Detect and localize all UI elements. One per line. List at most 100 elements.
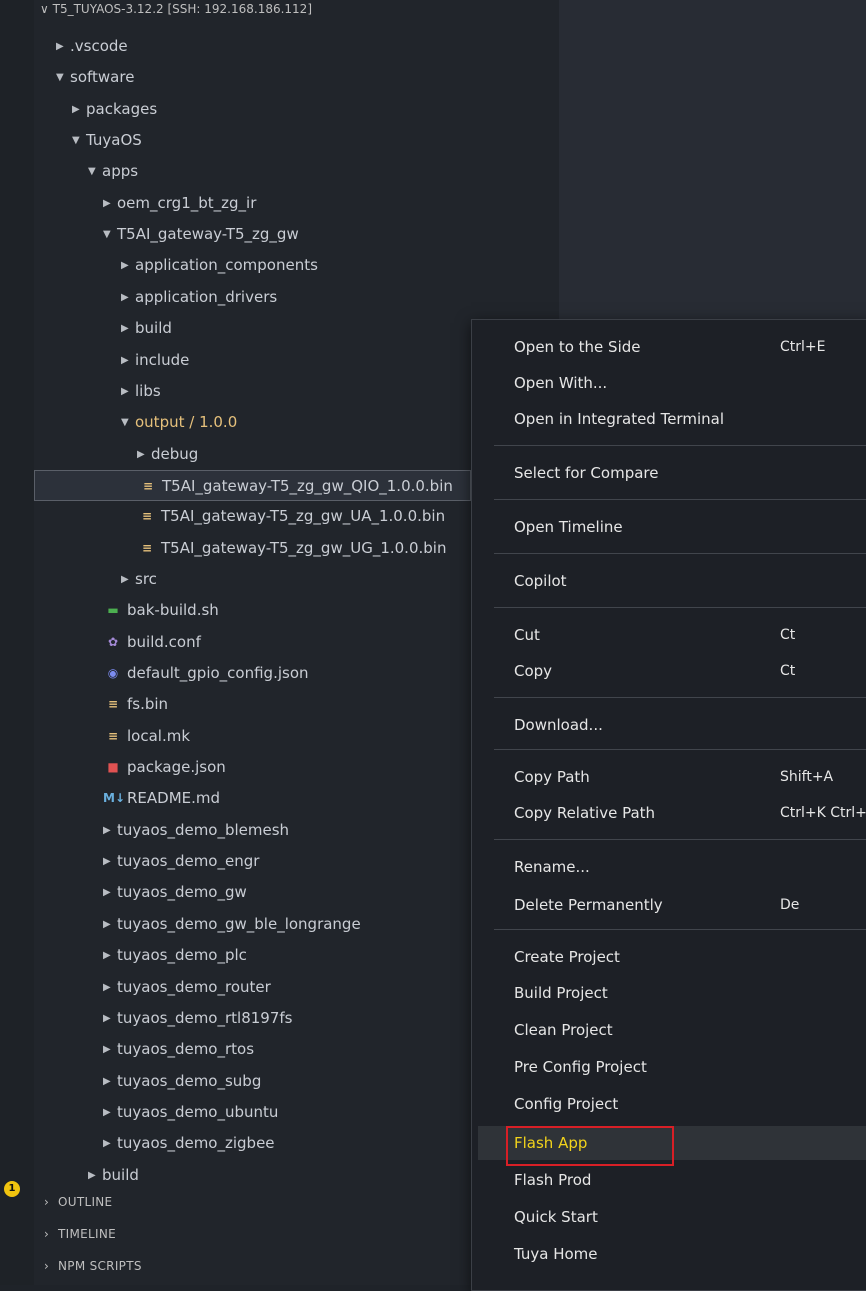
menu-item-label: Open to the Side bbox=[514, 338, 641, 356]
menu-item-cut[interactable]: Cut Ct bbox=[514, 618, 866, 652]
menu-item-label: Cut bbox=[514, 626, 540, 644]
caret-right-icon[interactable]: ▶ bbox=[103, 909, 117, 940]
tree-folder-packages[interactable]: ▶ packages bbox=[34, 94, 592, 125]
caret-right-icon[interactable]: ▶ bbox=[103, 1097, 117, 1128]
caret-down-icon[interactable]: ▼ bbox=[56, 62, 70, 93]
menu-item-label: Tuya Home bbox=[514, 1245, 598, 1263]
caret-right-icon[interactable]: ▶ bbox=[103, 1003, 117, 1034]
explorer-root-header[interactable]: ∨ T5_TUYAOS-3.12.2 [SSH: 192.168.186.112… bbox=[40, 0, 550, 22]
menu-item-config-project[interactable]: Config Project bbox=[514, 1087, 866, 1121]
caret-down-icon[interactable]: ▼ bbox=[103, 219, 117, 250]
menu-item-open-with[interactable]: Open With... bbox=[514, 366, 866, 400]
caret-down-icon[interactable]: ▼ bbox=[88, 156, 102, 187]
tree-folder-oem-crg1-bt-zg-ir[interactable]: ▶ oem_crg1_bt_zg_ir bbox=[34, 188, 623, 219]
caret-down-icon[interactable]: ▼ bbox=[121, 407, 135, 438]
menu-item-flash-prod[interactable]: Flash Prod bbox=[514, 1163, 866, 1197]
caret-right-icon[interactable]: ▶ bbox=[121, 376, 135, 407]
menu-item-shortcut: Ct bbox=[780, 627, 796, 643]
chevron-right-icon: › bbox=[44, 1227, 50, 1241]
menu-item-open-in-integrated-terminal[interactable]: Open in Integrated Terminal bbox=[514, 402, 866, 436]
menu-item-label: Config Project bbox=[514, 1095, 619, 1113]
menu-item-copy-relative-path[interactable]: Copy Relative Path Ctrl+K Ctrl+Shi bbox=[514, 796, 866, 830]
tree-folder-vscode[interactable]: ▶ .vscode bbox=[34, 31, 576, 62]
tuya-icon[interactable] bbox=[6, 530, 26, 550]
menu-separator bbox=[494, 697, 866, 698]
tree-item-label: T5AI_gateway-T5_zg_gw_QIO_1.0.0.bin bbox=[162, 476, 453, 495]
caret-right-icon[interactable]: ▶ bbox=[121, 345, 135, 376]
menu-separator bbox=[494, 929, 866, 930]
menu-item-tuya-home[interactable]: Tuya Home bbox=[514, 1237, 866, 1271]
menu-item-copy[interactable]: Copy Ct bbox=[514, 654, 866, 688]
tree-file-t5ai-gateway-t5-zg-gw-qio-1-0-0-bin[interactable]: ≡ T5AI_gateway-T5_zg_gw_QIO_1.0.0.bin bbox=[34, 469, 471, 501]
caret-right-icon[interactable]: ▶ bbox=[103, 972, 117, 1003]
caret-right-icon[interactable]: ▶ bbox=[56, 31, 70, 62]
tree-item-label: tuyaos_demo_gw bbox=[117, 883, 247, 902]
explorer-icon[interactable] bbox=[6, 40, 26, 60]
caret-right-icon[interactable]: ▶ bbox=[103, 815, 117, 846]
caret-right-icon[interactable]: ▶ bbox=[72, 94, 86, 125]
tree-item-label: build.conf bbox=[127, 632, 201, 651]
caret-right-icon[interactable]: ▶ bbox=[103, 846, 117, 877]
menu-separator bbox=[494, 749, 866, 750]
tree-item-label: src bbox=[135, 569, 157, 588]
extensions-icon[interactable] bbox=[6, 320, 26, 340]
menu-item-open-to-the-side[interactable]: Open to the Side Ctrl+E bbox=[514, 330, 866, 364]
menu-item-build-project[interactable]: Build Project bbox=[514, 976, 866, 1010]
accounts-icon[interactable] bbox=[6, 1210, 26, 1230]
run-debug-icon[interactable] bbox=[6, 250, 26, 270]
search-icon[interactable] bbox=[6, 110, 26, 130]
tree-folder-t5ai-gateway-t5-zg-gw[interactable]: ▼ T5AI_gateway-T5_zg_gw bbox=[34, 219, 623, 250]
file-type-icon: ≡ bbox=[141, 540, 153, 555]
caret-right-icon[interactable]: ▶ bbox=[103, 188, 117, 219]
caret-right-icon[interactable]: ▶ bbox=[103, 940, 117, 971]
menu-item-open-timeline[interactable]: Open Timeline bbox=[514, 510, 866, 544]
menu-item-delete-permanently[interactable]: Delete Permanently De bbox=[514, 888, 866, 922]
caret-right-icon[interactable]: ▶ bbox=[121, 564, 135, 595]
section-npm-scripts[interactable]: › NPM SCRIPTS bbox=[44, 1254, 142, 1278]
section-npm-scripts-label: NPM SCRIPTS bbox=[58, 1259, 142, 1273]
tree-item-label: tuyaos_demo_ubuntu bbox=[117, 1102, 279, 1121]
menu-item-label: Create Project bbox=[514, 948, 620, 966]
menu-item-copy-path[interactable]: Copy Path Shift+A bbox=[514, 760, 866, 794]
remote-explorer-icon[interactable] bbox=[6, 390, 26, 410]
testing-icon[interactable] bbox=[6, 460, 26, 480]
tree-folder-application-components[interactable]: ▶ application_components bbox=[34, 250, 641, 281]
menu-item-clean-project[interactable]: Clean Project bbox=[514, 1013, 866, 1047]
tree-item-label: package.json bbox=[127, 758, 226, 777]
caret-right-icon[interactable]: ▶ bbox=[103, 1128, 117, 1159]
file-type-icon: ≡ bbox=[107, 728, 119, 743]
menu-item-rename[interactable]: Rename... bbox=[514, 850, 866, 884]
caret-right-icon[interactable]: ▶ bbox=[103, 877, 117, 908]
caret-right-icon[interactable]: ▶ bbox=[88, 1160, 102, 1191]
caret-right-icon[interactable]: ▶ bbox=[121, 313, 135, 344]
caret-down-icon[interactable]: ▼ bbox=[72, 125, 86, 156]
tree-item-label: tuyaos_demo_rtl8197fs bbox=[117, 1008, 293, 1027]
section-outline-label: OUTLINE bbox=[58, 1195, 113, 1209]
tree-folder-application-drivers[interactable]: ▶ application_drivers bbox=[34, 282, 641, 313]
section-timeline[interactable]: › TIMELINE bbox=[44, 1222, 116, 1246]
caret-right-icon[interactable]: ▶ bbox=[103, 1034, 117, 1065]
caret-right-icon[interactable]: ▶ bbox=[103, 1066, 117, 1097]
source-control-icon[interactable] bbox=[6, 180, 26, 200]
file-type-icon: ✿ bbox=[107, 634, 119, 649]
menu-item-label: Open in Integrated Terminal bbox=[514, 410, 724, 428]
tree-folder-tuyaos[interactable]: ▼ TuyaOS bbox=[34, 125, 592, 156]
section-outline[interactable]: › OUTLINE bbox=[44, 1190, 112, 1214]
caret-right-icon[interactable]: ▶ bbox=[121, 282, 135, 313]
tree-folder-software[interactable]: ▼ software bbox=[34, 62, 576, 93]
menu-item-copilot[interactable]: Copilot bbox=[514, 564, 866, 598]
menu-item-pre-config-project[interactable]: Pre Config Project bbox=[514, 1050, 866, 1084]
tree-item-label: include bbox=[135, 350, 190, 369]
caret-right-icon[interactable]: ▶ bbox=[121, 250, 135, 281]
activity-bar: 1 bbox=[0, 0, 34, 1285]
menu-item-quick-start[interactable]: Quick Start bbox=[514, 1200, 866, 1234]
tree-item-label: software bbox=[70, 68, 135, 87]
menu-item-label: Flash Prod bbox=[514, 1171, 592, 1189]
tree-item-label: local.mk bbox=[127, 726, 191, 745]
caret-right-icon[interactable]: ▶ bbox=[137, 439, 151, 470]
menu-separator bbox=[494, 445, 866, 446]
menu-item-create-project[interactable]: Create Project bbox=[514, 940, 866, 974]
menu-item-select-for-compare[interactable]: Select for Compare bbox=[514, 456, 866, 490]
menu-item-download[interactable]: Download... bbox=[514, 708, 866, 742]
tree-folder-apps[interactable]: ▼ apps bbox=[34, 156, 608, 187]
